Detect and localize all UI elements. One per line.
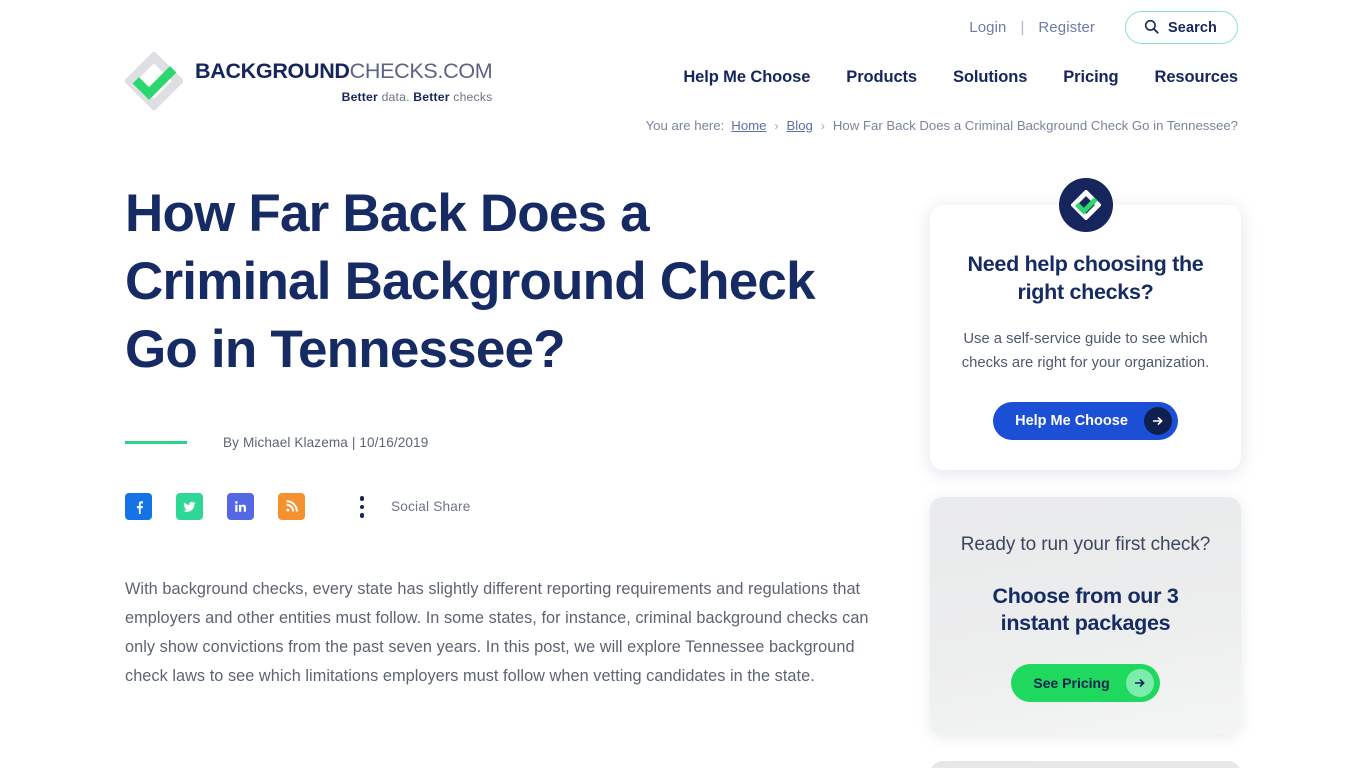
dot-2 (359, 504, 365, 510)
byline-text: By Michael Klazema | 10/16/2019 (223, 435, 429, 451)
more-share-options-icon[interactable] (351, 493, 373, 520)
breadcrumb-separator-2: › (820, 118, 825, 133)
main-navigation: Help Me Choose Products Solutions Pricin… (683, 68, 1238, 87)
site-logo[interactable]: BACKGROUNDCHECKS.COM Better data. Better… (123, 50, 493, 112)
breadcrumb-prefix: You are here: (645, 118, 725, 133)
breadcrumb-current-page: How Far Back Does a Criminal Background … (832, 118, 1238, 133)
utility-bar: Login | Register Search (969, 11, 1238, 44)
logo-word-background: BACKGROUND (195, 58, 350, 83)
tagline-better-1: Better (341, 89, 378, 104)
help-card-body: Use a self-service guide to see which ch… (961, 330, 1210, 372)
logo-wordmark: BACKGROUNDCHECKS.COM (195, 58, 493, 83)
see-pricing-button[interactable]: See Pricing (1011, 663, 1160, 702)
nav-item-resources[interactable]: Resources (1155, 68, 1239, 87)
tagline-data: data. (377, 89, 414, 104)
logo-diamond-check-icon (123, 50, 185, 112)
search-icon (1144, 19, 1159, 37)
tagline-checks: checks (449, 89, 493, 104)
report-card: Get your report instantly (930, 760, 1241, 768)
article-body-paragraph: With background checks, every state has … (125, 580, 869, 686)
nav-item-pricing[interactable]: Pricing (1063, 68, 1118, 87)
register-link[interactable]: Register (1038, 19, 1095, 36)
pricing-card: Ready to run your first check? Choose fr… (930, 496, 1241, 734)
help-me-choose-button-label: Help Me Choose (1015, 412, 1128, 429)
tagline-better-2: Better (413, 89, 450, 104)
arrow-right-icon (1125, 668, 1154, 697)
linkedin-icon[interactable] (227, 493, 254, 521)
search-button[interactable]: Search (1125, 11, 1238, 44)
help-card-title: Need help choosing the right checks? (967, 252, 1204, 304)
login-link[interactable]: Login (969, 19, 1006, 36)
logo-word-checks: CHECKS.COM (349, 58, 493, 83)
twitter-icon[interactable] (176, 493, 203, 521)
utility-separator: | (1020, 19, 1025, 36)
byline: By Michael Klazema | 10/16/2019 (125, 435, 885, 450)
help-me-choose-button[interactable]: Help Me Choose (993, 401, 1178, 440)
logo-text: BACKGROUNDCHECKS.COM Better data. Better… (195, 58, 493, 104)
nav-item-help-me-choose[interactable]: Help Me Choose (683, 68, 810, 87)
search-button-label: Search (1168, 19, 1217, 36)
sidebar: Need help choosing the right checks? Use… (930, 178, 1241, 768)
social-share-label: Social Share (391, 499, 471, 515)
social-share-row: Social Share (125, 493, 885, 521)
facebook-icon[interactable] (125, 493, 152, 521)
logo-tagline: Better data. Better checks (195, 89, 493, 104)
see-pricing-button-label: See Pricing (1033, 674, 1110, 691)
help-choosing-card: Need help choosing the right checks? Use… (930, 178, 1241, 470)
dot-1 (359, 496, 365, 501)
diamond-check-badge-icon (1058, 178, 1113, 232)
breadcrumb: You are here: Home › Blog › How Far Back… (646, 118, 1238, 133)
pricing-card-title: Choose from our 3 instant packages (992, 584, 1179, 636)
nav-item-products[interactable]: Products (846, 68, 917, 87)
breadcrumb-link-home[interactable]: Home (731, 118, 766, 133)
breadcrumb-separator-1: › (774, 118, 779, 133)
dot-3 (359, 513, 365, 518)
rss-icon[interactable] (278, 493, 305, 521)
breadcrumb-link-blog[interactable]: Blog (786, 118, 812, 133)
nav-item-solutions[interactable]: Solutions (953, 68, 1027, 87)
article: How Far Back Does a Criminal Background … (125, 180, 885, 691)
page-title: How Far Back Does a Criminal Background … (125, 184, 816, 379)
pricing-card-kicker: Ready to run your first check? (960, 533, 1211, 555)
arrow-right-icon (1143, 406, 1172, 435)
byline-accent-rule (125, 441, 187, 445)
page-root: Login | Register Search BACKGROUNDCHECKS… (0, 0, 1366, 768)
